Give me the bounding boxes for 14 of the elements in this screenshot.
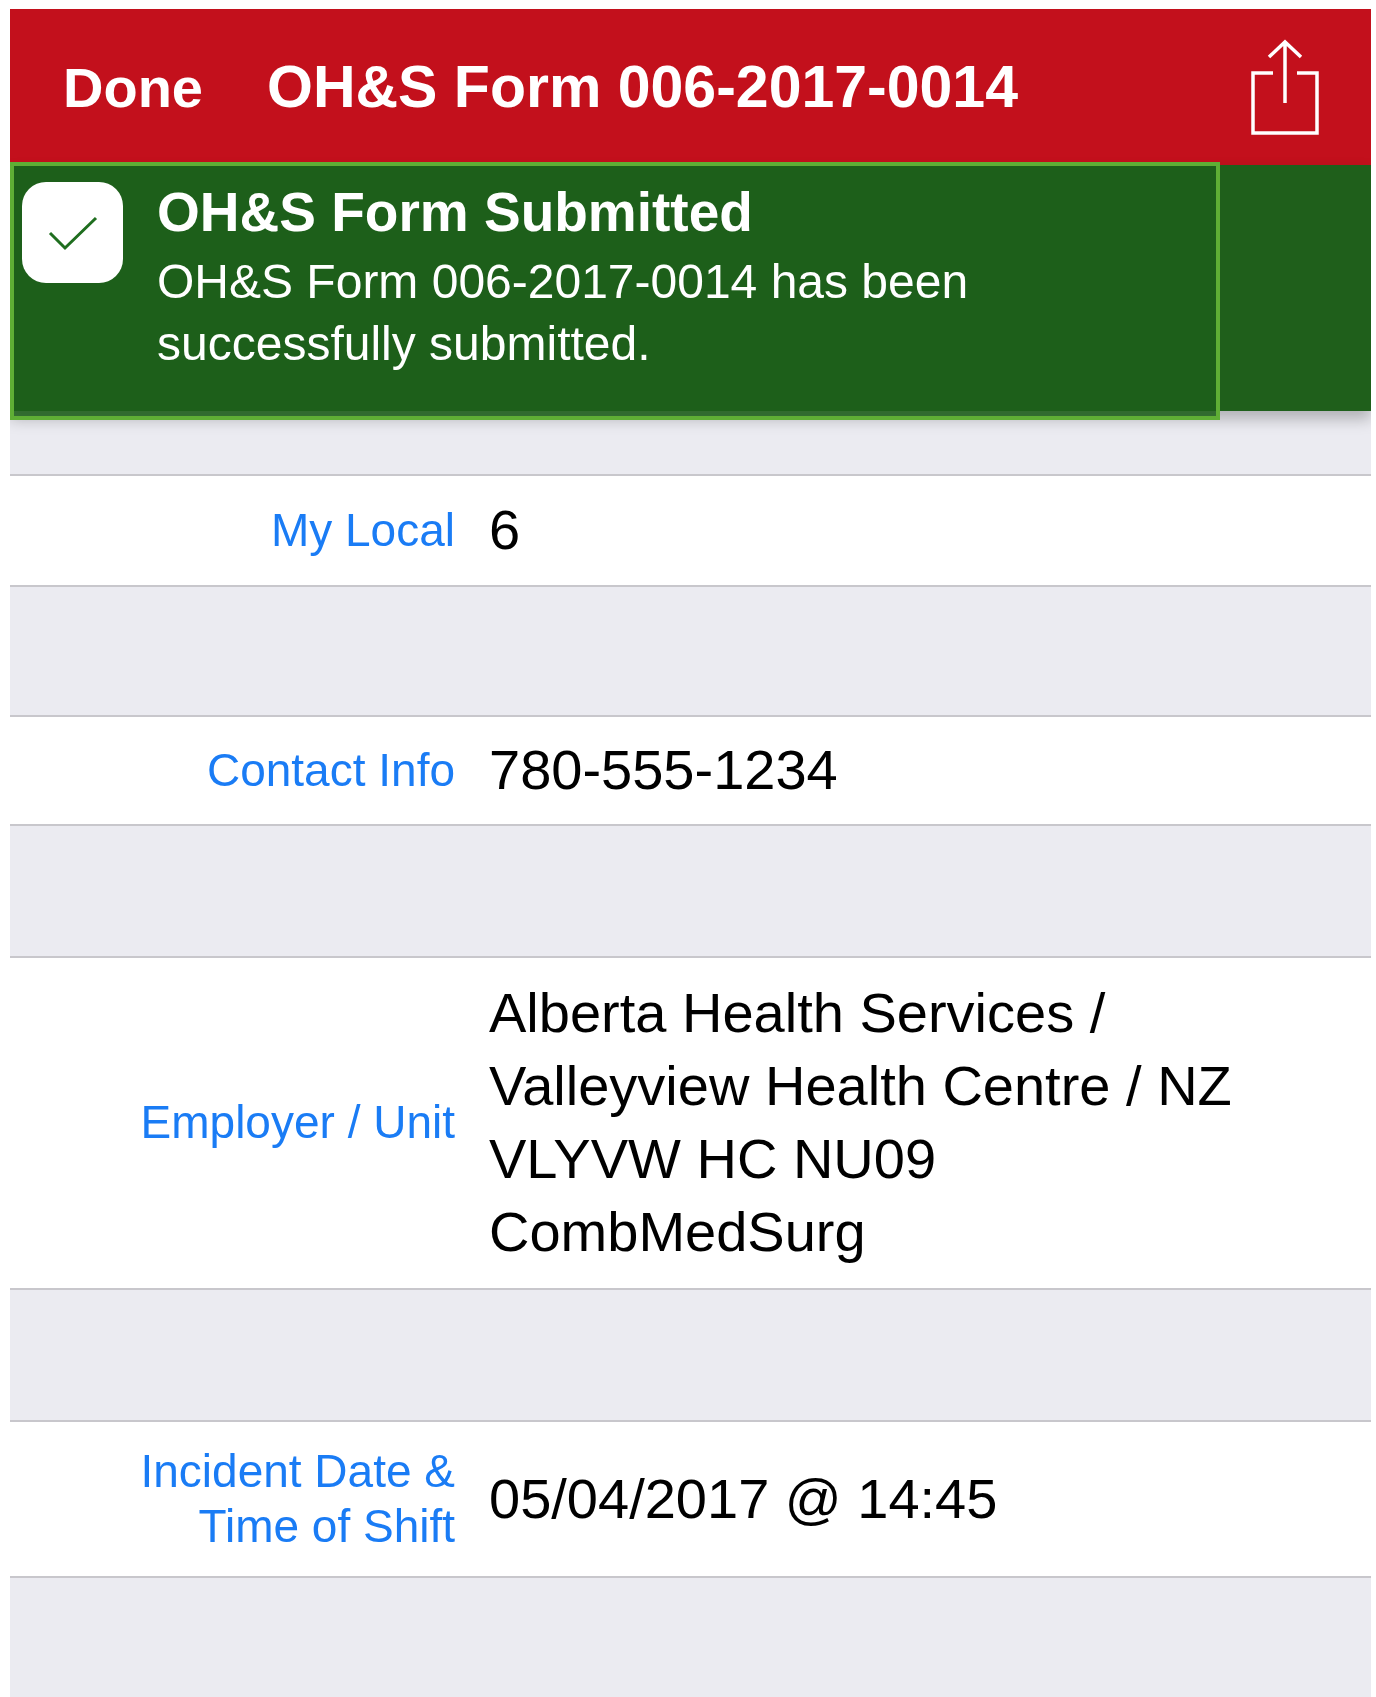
nav-title: OH&S Form 006-2017-0014: [267, 53, 1019, 121]
field-value: Alberta Health Services / Valleyview Health Centre / NZ VLYVW HC NU09 CombMedSurg: [489, 980, 1233, 1265]
share-icon[interactable]: [1251, 39, 1319, 135]
notification-message: OH&S Form 006-2017-0014 has been successfully submitted.: [157, 253, 970, 372]
field-label: Incident Date & Time of Shift: [139, 1443, 455, 1554]
done-button[interactable]: Done: [63, 54, 203, 120]
notification-icon: [22, 182, 123, 283]
field-label: Employer / Unit: [140, 1095, 455, 1151]
field-label: Contact Info: [206, 742, 455, 798]
field-value: 05/04/2017 @ 14:45: [489, 1465, 999, 1532]
field-value: 6: [489, 497, 522, 564]
field-value: 780-555-1234: [489, 737, 839, 804]
notification-title: OH&S Form Submitted: [157, 182, 754, 243]
field-label: My Local: [270, 502, 455, 558]
